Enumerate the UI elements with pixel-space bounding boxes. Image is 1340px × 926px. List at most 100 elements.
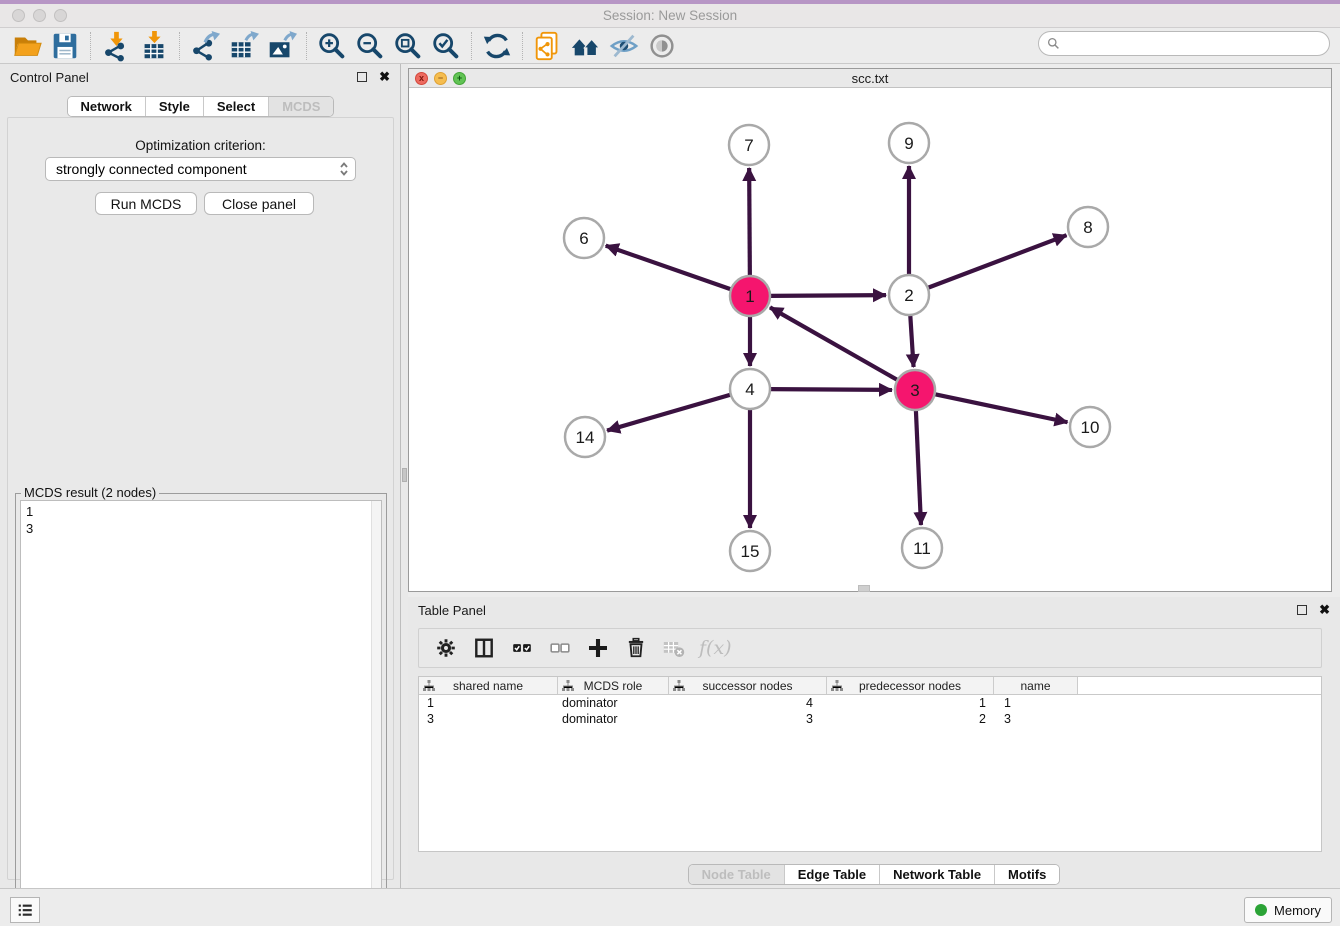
first-neighbors-button[interactable] [567, 30, 605, 62]
table-cell[interactable]: 1 [994, 696, 1078, 710]
graph-edge-3-10[interactable] [935, 394, 1068, 422]
table-cell[interactable]: 2 [827, 712, 994, 726]
refresh-button[interactable] [478, 30, 516, 62]
tab-select[interactable]: Select [203, 97, 268, 116]
graph-edge-1-2[interactable] [770, 295, 886, 296]
table-cell[interactable]: 1 [827, 696, 994, 710]
table-cell[interactable]: 3 [419, 712, 558, 726]
status-bar: Memory [0, 888, 1340, 926]
graph-node-14[interactable]: 14 [565, 417, 605, 457]
node-table[interactable]: shared nameMCDS rolesuccessor nodesprede… [418, 676, 1322, 852]
graph-edge-3-11[interactable] [916, 410, 921, 525]
zoom-selected-button[interactable] [427, 30, 465, 62]
graph-edge-1-6[interactable] [606, 246, 731, 290]
graph-node-10[interactable]: 10 [1070, 407, 1110, 447]
table-row[interactable]: 3dominator323 [419, 711, 1321, 727]
table-cell[interactable]: 3 [994, 712, 1078, 726]
search-input[interactable] [1065, 36, 1329, 51]
column-header-successor-nodes[interactable]: successor nodes [669, 677, 827, 694]
import-network-button[interactable] [97, 30, 135, 62]
tab-style[interactable]: Style [145, 97, 203, 116]
mcds-result-text[interactable]: 1 3 [20, 500, 382, 926]
toolbar-separator [306, 32, 307, 60]
split-divider-handle-horizontal[interactable] [858, 585, 870, 592]
table-cell[interactable]: 3 [669, 712, 827, 726]
graph-node-3[interactable]: 3 [895, 370, 935, 410]
table-settings-button[interactable] [431, 633, 461, 663]
table-cell[interactable]: dominator [558, 696, 669, 710]
graph-node-15[interactable]: 15 [730, 531, 770, 571]
close-table-panel-icon[interactable]: ✖ [1319, 605, 1330, 615]
select-all-rows-button[interactable] [507, 633, 537, 663]
mcds-result-scrollbar[interactable] [371, 501, 381, 926]
graph-node-4[interactable]: 4 [730, 369, 770, 409]
graph-edge-2-8[interactable] [928, 235, 1067, 288]
apply-function-button[interactable]: f(x) [699, 637, 732, 659]
graph-edge-4-14[interactable] [607, 395, 731, 431]
graph-edge-2-3[interactable] [910, 315, 913, 367]
export-network-icon [189, 30, 221, 62]
tab-network-table[interactable]: Network Table [879, 865, 994, 884]
graph-node-2[interactable]: 2 [889, 275, 929, 315]
zoom-out-button[interactable] [351, 30, 389, 62]
delete-table-button[interactable] [659, 633, 689, 663]
add-column-button[interactable] [583, 633, 613, 663]
show-all-button[interactable] [643, 30, 681, 62]
open-file-button[interactable] [8, 30, 46, 62]
table-cell[interactable]: 4 [669, 696, 827, 710]
table-cell[interactable]: dominator [558, 712, 669, 726]
hide-selected-button[interactable] [605, 30, 643, 62]
table-row[interactable]: 1dominator411 [419, 695, 1321, 711]
column-header-name[interactable]: name [994, 677, 1078, 694]
select-all-icon [511, 637, 533, 659]
network-canvas[interactable]: 7 9 6 8 1 2 4 3 14 10 15 11 [409, 88, 1331, 591]
close-panel-icon[interactable]: ✖ [379, 72, 390, 82]
split-divider-handle[interactable] [402, 468, 407, 482]
tab-node-table[interactable]: Node Table [689, 865, 784, 884]
graph-node-8[interactable]: 8 [1068, 207, 1108, 247]
graph-node-label: 1 [745, 287, 754, 306]
export-image-button[interactable] [262, 30, 300, 62]
column-header-MCDS-role[interactable]: MCDS role [558, 677, 669, 694]
task-history-button[interactable] [10, 897, 40, 923]
tab-network[interactable]: Network [68, 97, 145, 116]
tab-mcds[interactable]: MCDS [268, 97, 333, 116]
graph-node-1[interactable]: 1 [730, 276, 770, 316]
clone-network-button[interactable] [529, 30, 567, 62]
column-header-predecessor-nodes[interactable]: predecessor nodes [827, 677, 994, 694]
optimization-criterion-select[interactable]: strongly connected component [45, 157, 356, 181]
tab-edge-table[interactable]: Edge Table [784, 865, 879, 884]
import-table-button[interactable] [135, 30, 173, 62]
show-column-panel-button[interactable] [469, 633, 499, 663]
save-session-button[interactable] [46, 30, 84, 62]
deselect-all-rows-button[interactable] [545, 633, 575, 663]
float-table-panel-icon[interactable] [1297, 605, 1307, 615]
delete-column-button[interactable] [621, 633, 651, 663]
save-session-icon [49, 30, 81, 62]
graph-node-7[interactable]: 7 [729, 125, 769, 165]
deselect-all-icon [549, 637, 571, 659]
graph-edge-1-7[interactable] [749, 168, 750, 276]
column-header-shared-name[interactable]: shared name [419, 677, 558, 694]
graph-node-9[interactable]: 9 [889, 123, 929, 163]
graph-edge-3-1[interactable] [770, 307, 898, 380]
export-table-button[interactable] [224, 30, 262, 62]
clone-network-icon [532, 30, 564, 62]
network-window-titlebar[interactable]: x − + scc.txt [409, 69, 1331, 88]
run-mcds-button[interactable]: Run MCDS [95, 192, 197, 215]
zoom-fit-button[interactable] [389, 30, 427, 62]
export-table-icon [227, 30, 259, 62]
memory-button[interactable]: Memory [1244, 897, 1332, 923]
export-network-button[interactable] [186, 30, 224, 62]
graph-edge-4-3[interactable] [770, 389, 892, 390]
table-cell[interactable]: 1 [419, 696, 558, 710]
graph-node-11[interactable]: 11 [902, 528, 942, 568]
zoom-in-button[interactable] [313, 30, 351, 62]
float-panel-icon[interactable] [357, 72, 367, 82]
graph-node-6[interactable]: 6 [564, 218, 604, 258]
tab-motifs[interactable]: Motifs [994, 865, 1059, 884]
close-panel-button[interactable]: Close panel [204, 192, 314, 215]
search-field[interactable] [1038, 31, 1330, 56]
graph-node-label: 4 [745, 380, 754, 399]
export-image-icon [265, 30, 297, 62]
